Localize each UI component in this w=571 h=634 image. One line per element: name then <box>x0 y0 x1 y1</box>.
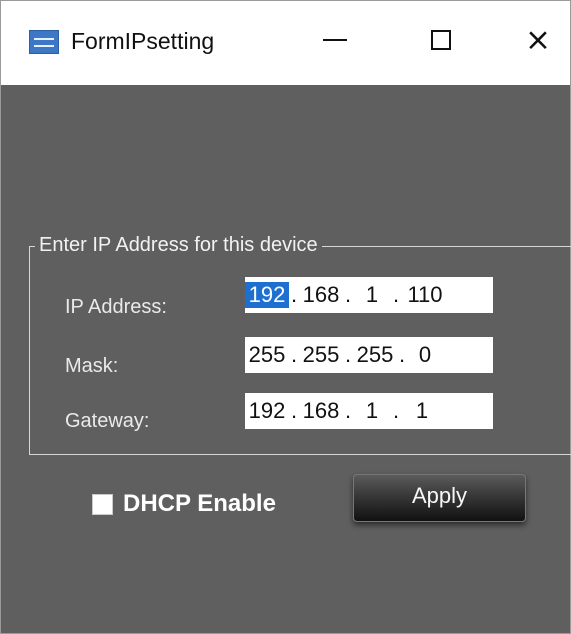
ip-dot: . <box>290 282 298 307</box>
apply-button[interactable]: Apply <box>353 474 526 522</box>
mask-dot: . <box>344 342 352 367</box>
ip-address-label: IP Address: <box>65 296 167 318</box>
gateway-octet-1[interactable]: 192 <box>245 398 289 424</box>
gateway-input[interactable]: 192 . 168 . 1 . 1 <box>245 393 493 429</box>
dhcp-checkbox[interactable] <box>92 494 113 515</box>
title-bar[interactable]: FormIPsetting × <box>1 1 570 85</box>
gateway-label: Gateway: <box>65 410 150 432</box>
mask-octet-3[interactable]: 255 <box>353 342 397 368</box>
mask-octet-2[interactable]: 255 <box>299 342 343 368</box>
gateway-dot: . <box>290 398 298 423</box>
maximize-icon <box>431 30 451 50</box>
gateway-octet-2[interactable]: 168 <box>299 398 343 424</box>
gateway-dot: . <box>344 398 352 423</box>
ip-dot: . <box>344 282 352 307</box>
window-title: FormIPsetting <box>71 28 215 54</box>
ip-octet-1[interactable]: 192 <box>245 282 289 308</box>
mask-octet-1[interactable]: 255 <box>245 342 289 368</box>
mask-input[interactable]: 255 . 255 . 255 . 0 <box>245 337 493 373</box>
ip-dot: . <box>392 282 400 307</box>
ip-octet-2[interactable]: 168 <box>299 282 343 308</box>
close-button[interactable]: × <box>516 23 560 57</box>
maximize-button[interactable] <box>419 23 463 57</box>
ip-octet-4[interactable]: 110 <box>401 282 449 308</box>
gateway-dot: . <box>392 398 400 423</box>
mask-label: Mask: <box>65 355 119 377</box>
app-icon <box>29 30 59 54</box>
apply-button-label: Apply <box>411 483 468 508</box>
minimize-icon <box>323 39 347 41</box>
group-title: Enter IP Address for this device <box>35 234 322 257</box>
mask-octet-4[interactable]: 0 <box>407 342 443 368</box>
ip-address-input[interactable]: 192 . 168 . 1 . 110 <box>245 277 493 313</box>
gateway-octet-3[interactable]: 1 <box>353 398 391 424</box>
mask-dot: . <box>398 342 406 367</box>
ip-settings-window: FormIPsetting × Enter IP Address for thi… <box>0 0 571 634</box>
mask-dot: . <box>290 342 298 367</box>
close-icon: × <box>525 21 551 58</box>
ip-octet-3[interactable]: 1 <box>353 282 391 308</box>
dhcp-enable-label[interactable]: DHCP Enable <box>123 490 276 518</box>
minimize-button[interactable] <box>313 23 357 57</box>
gateway-octet-4[interactable]: 1 <box>401 398 443 424</box>
